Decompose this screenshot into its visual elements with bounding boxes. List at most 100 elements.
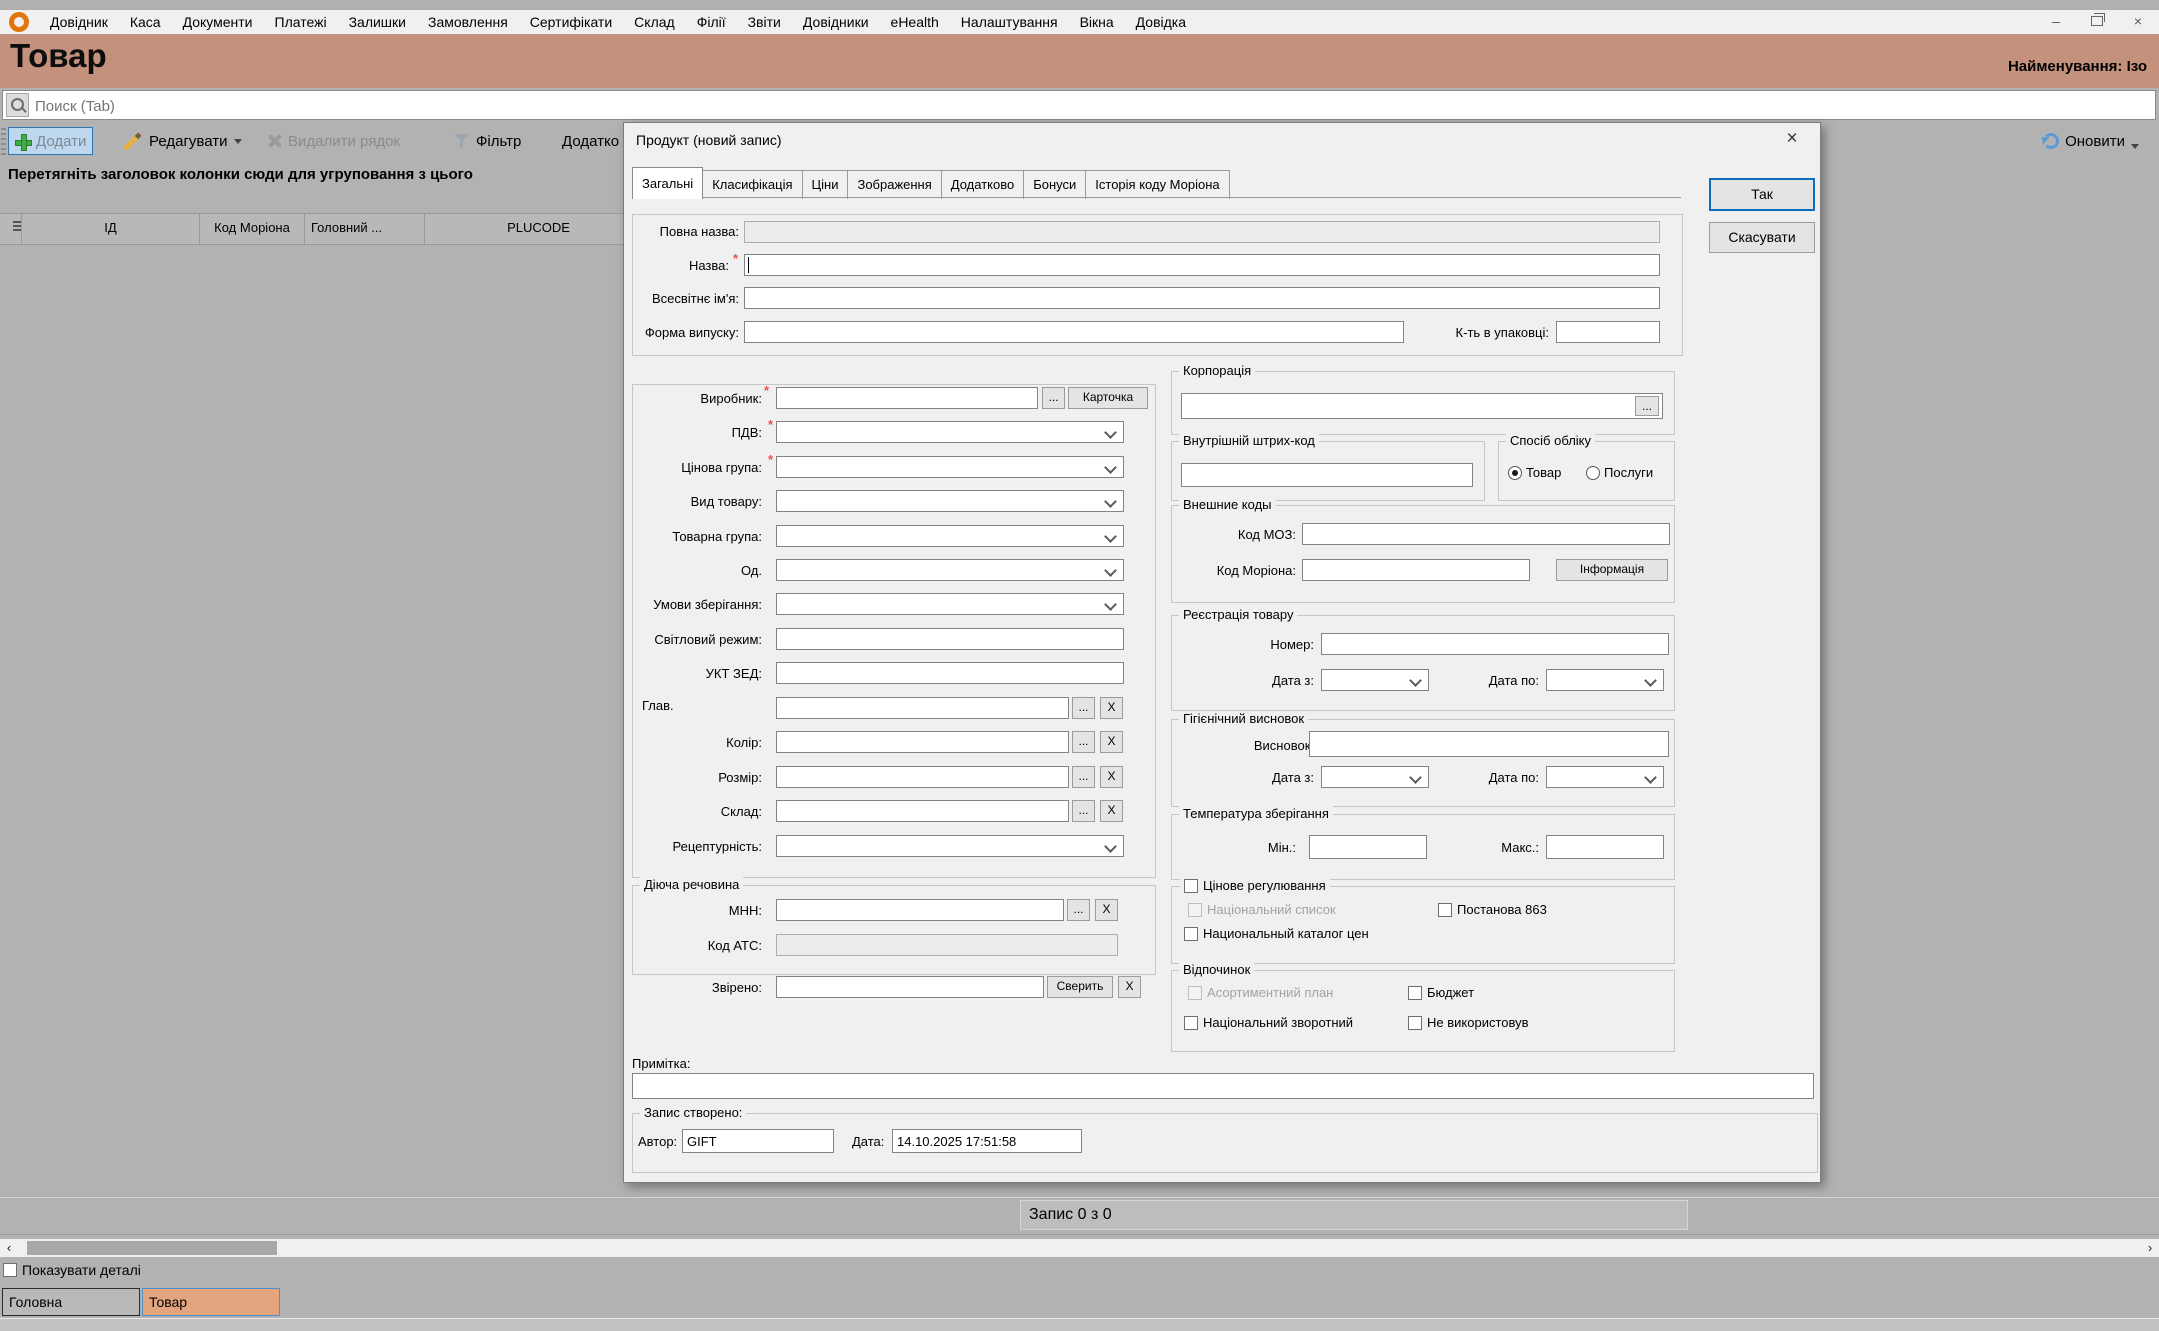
color-input[interactable] — [776, 731, 1069, 753]
cancel-button[interactable]: Скасувати — [1709, 222, 1815, 253]
column-morion-code[interactable]: Код Моріона — [200, 214, 305, 244]
toolbar-grip[interactable] — [1, 128, 6, 156]
decree-863-checkbox[interactable]: Постанова 863 — [1438, 902, 1547, 917]
ukt-zed-input[interactable] — [776, 662, 1124, 684]
mnn-clear-button[interactable]: X — [1095, 899, 1118, 921]
tab-klasyfikatsiia[interactable]: Класифікація — [702, 170, 802, 199]
menu-dovidnyk[interactable]: Довідник — [39, 10, 119, 34]
tab-tsiny[interactable]: Ціни — [802, 170, 849, 199]
world-name-input[interactable] — [744, 287, 1660, 309]
tab-zagalni[interactable]: Загальні — [632, 167, 703, 199]
menu-platezhi[interactable]: Платежі — [264, 10, 338, 34]
hyg-date-to-select[interactable] — [1546, 766, 1664, 788]
verified-input[interactable] — [776, 976, 1044, 998]
temp-min-input[interactable] — [1309, 835, 1427, 859]
main-lookup-button[interactable]: ... — [1072, 697, 1095, 719]
verified-clear-button[interactable]: X — [1118, 976, 1141, 998]
scroll-left-icon[interactable]: ‹ — [2, 1239, 16, 1257]
menu-dokumenty[interactable]: Документи — [172, 10, 264, 34]
tab-zobrazhennia[interactable]: Зображення — [847, 170, 941, 199]
menu-sklad[interactable]: Склад — [623, 10, 686, 34]
release-form-input[interactable] — [744, 321, 1404, 343]
delete-row-button[interactable]: Видалити рядок — [262, 127, 406, 155]
tab-istoriia[interactable]: Історія коду Моріона — [1085, 170, 1229, 199]
radio-services[interactable]: Послуги — [1586, 465, 1653, 480]
menu-nalashtuvannia[interactable]: Налаштування — [950, 10, 1069, 34]
color-lookup-button[interactable]: ... — [1072, 731, 1095, 753]
goods-group-select[interactable] — [776, 525, 1124, 547]
menu-vikna[interactable]: Вікна — [1069, 10, 1125, 34]
not-used-checkbox[interactable]: Не використовув — [1408, 1015, 1529, 1030]
manufacturer-input[interactable] — [776, 387, 1038, 409]
budget-checkbox[interactable]: Бюджет — [1408, 985, 1474, 1000]
search-icon[interactable] — [6, 93, 29, 117]
manufacturer-lookup-button[interactable]: ... — [1042, 387, 1065, 409]
add-button[interactable]: Додати — [8, 127, 93, 155]
menu-zamovlennia[interactable]: Замовлення — [417, 10, 519, 34]
column-main[interactable]: Головний ... — [305, 214, 425, 244]
menu-sertyfikaty[interactable]: Сертифікати — [519, 10, 623, 34]
goods-kind-select[interactable] — [776, 490, 1124, 512]
dialog-close-icon[interactable]: × — [1778, 127, 1806, 151]
pack-qty-input[interactable] — [1556, 321, 1660, 343]
corporation-lookup-button[interactable]: ... — [1635, 396, 1659, 416]
ok-button[interactable]: Так — [1709, 178, 1815, 211]
column-id[interactable]: ІД — [22, 214, 200, 244]
refresh-button[interactable]: Оновити — [2037, 127, 2145, 155]
storage-select[interactable] — [776, 593, 1124, 615]
light-mode-input[interactable] — [776, 628, 1124, 650]
mnn-lookup-button[interactable]: ... — [1067, 899, 1090, 921]
prescription-select[interactable] — [776, 835, 1124, 857]
bottom-tab-home[interactable]: Головна — [2, 1288, 140, 1316]
row-indicator-column[interactable] — [0, 214, 22, 244]
menu-dovidka[interactable]: Довідка — [1125, 10, 1197, 34]
menu-filii[interactable]: Філії — [686, 10, 737, 34]
tab-dodatkovo[interactable]: Додатково — [941, 170, 1024, 199]
main-clear-button[interactable]: X — [1100, 697, 1123, 719]
size-clear-button[interactable]: X — [1100, 766, 1123, 788]
price-group-select[interactable] — [776, 456, 1124, 478]
price-regulation-checkbox[interactable]: Цінове регулювання — [1180, 878, 1330, 893]
mnn-input[interactable] — [776, 899, 1064, 921]
note-input[interactable] — [632, 1073, 1814, 1099]
hyg-date-from-select[interactable] — [1321, 766, 1429, 788]
minimize-button[interactable]: – — [2043, 11, 2069, 31]
national-return-checkbox[interactable]: Національний зворотний — [1184, 1015, 1353, 1030]
information-button[interactable]: Інформація — [1556, 559, 1668, 581]
temp-max-input[interactable] — [1546, 835, 1664, 859]
menu-zalyshky[interactable]: Залишки — [338, 10, 417, 34]
menu-zvity[interactable]: Звіти — [737, 10, 792, 34]
morion-code-input[interactable] — [1302, 559, 1530, 581]
reg-date-from-select[interactable] — [1321, 669, 1429, 691]
reg-date-to-select[interactable] — [1546, 669, 1664, 691]
menu-dovidnyky[interactable]: Довідники — [792, 10, 880, 34]
edit-button[interactable]: Редагувати — [116, 127, 248, 155]
menu-kasa[interactable]: Каса — [119, 10, 172, 34]
name-input[interactable] — [744, 254, 1660, 276]
size-lookup-button[interactable]: ... — [1072, 766, 1095, 788]
restore-icon[interactable] — [2091, 16, 2103, 26]
size-input[interactable] — [776, 766, 1069, 788]
scroll-right-icon[interactable]: › — [2143, 1239, 2157, 1257]
close-window-button[interactable]: × — [2125, 11, 2151, 31]
unit-select[interactable] — [776, 559, 1124, 581]
search-input[interactable] — [33, 93, 2137, 119]
horizontal-scrollbar[interactable]: ‹ › — [0, 1239, 2159, 1257]
radio-goods[interactable]: Товар — [1508, 465, 1561, 480]
barcode-input[interactable] — [1181, 463, 1473, 487]
composition-clear-button[interactable]: X — [1100, 800, 1123, 822]
menu-ehealth[interactable]: eHealth — [880, 10, 950, 34]
column-plucode[interactable]: PLUCODE — [425, 214, 653, 244]
filter-button[interactable]: Фільтр — [448, 127, 527, 155]
manufacturer-card-button[interactable]: Карточка — [1068, 387, 1148, 409]
conclusion-input[interactable] — [1309, 731, 1669, 757]
corporation-input[interactable] — [1181, 393, 1663, 419]
main-input[interactable] — [776, 697, 1069, 719]
show-details-checkbox[interactable]: Показувати деталі — [3, 1262, 141, 1278]
bottom-tab-tovar[interactable]: Товар — [142, 1288, 280, 1316]
tab-bonusy[interactable]: Бонуси — [1023, 170, 1086, 199]
color-clear-button[interactable]: X — [1100, 731, 1123, 753]
composition-lookup-button[interactable]: ... — [1072, 800, 1095, 822]
more-button[interactable]: Додатко — [556, 127, 625, 155]
verify-button[interactable]: Сверить — [1047, 976, 1113, 998]
